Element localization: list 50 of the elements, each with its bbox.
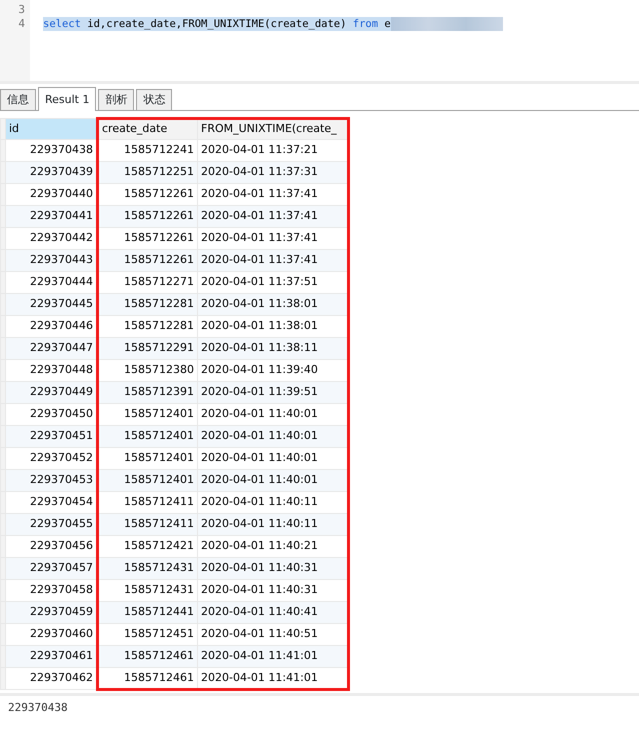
table-cell: 1585712261 (98, 206, 198, 228)
table-cell: 229370457 (6, 558, 98, 580)
table-cell: 1585712461 (98, 668, 198, 690)
table-cell: 229370449 (6, 382, 98, 404)
table-cell: 2020-04-01 11:39:51 (198, 382, 348, 404)
column-header[interactable]: create_date (98, 118, 198, 140)
table-cell: 1585712291 (98, 338, 198, 360)
table-cell: 2020-04-01 11:40:41 (198, 602, 348, 624)
table-cell: 2020-04-01 11:37:31 (198, 162, 348, 184)
line-number: 3 (17, 3, 26, 17)
table-cell: 1585712391 (98, 382, 198, 404)
table-cell: 1585712441 (98, 602, 198, 624)
table-cell: 1585712401 (98, 470, 198, 492)
table-cell: 2020-04-01 11:38:11 (198, 338, 348, 360)
sql-editor[interactable]: 3 4 select id,create_date,FROM_UNIXTIME(create_date) from e (0, 0, 639, 84)
tab[interactable]: 状态 (136, 89, 172, 110)
table-cell: 2020-04-01 11:37:41 (198, 250, 348, 272)
table-cell: 2020-04-01 11:38:01 (198, 294, 348, 316)
table-cell: 1585712281 (98, 294, 198, 316)
table-cell: 2020-04-01 11:40:01 (198, 470, 348, 492)
table-cell: 229370461 (6, 646, 98, 668)
table-cell: 1585712461 (98, 646, 198, 668)
column-header[interactable]: id (6, 118, 98, 140)
table-cell: 229370451 (6, 426, 98, 448)
tab[interactable]: 信息 (0, 89, 36, 110)
table-cell: 2020-04-01 11:40:01 (198, 426, 348, 448)
tab[interactable]: 剖析 (98, 89, 134, 110)
table-cell: 1585712251 (98, 162, 198, 184)
column-header[interactable]: FROM_UNIXTIME(create_ (198, 118, 348, 140)
table-cell: 229370447 (6, 338, 98, 360)
table-cell: 2020-04-01 11:41:01 (198, 646, 348, 668)
table-cell: 229370459 (6, 602, 98, 624)
tab[interactable]: Result 1 (38, 87, 96, 111)
table-cell: 229370445 (6, 294, 98, 316)
table-cell: 2020-04-01 11:40:11 (198, 514, 348, 536)
status-bar: 229370438 (0, 693, 639, 720)
line-number: 4 (17, 17, 26, 31)
sql-statement: select id,create_date,FROM_UNIXTIME(create_date) from e (43, 17, 391, 31)
table-cell: 229370441 (6, 206, 98, 228)
table-cell: 1585712431 (98, 558, 198, 580)
table-cell: 229370453 (6, 470, 98, 492)
table-cell: 229370443 (6, 250, 98, 272)
table-cell: 2020-04-01 11:41:01 (198, 668, 348, 690)
table-cell: 1585712401 (98, 426, 198, 448)
table-cell: 1585712261 (98, 250, 198, 272)
table-cell: 2020-04-01 11:37:41 (198, 206, 348, 228)
table-cell: 1585712411 (98, 514, 198, 536)
table-cell: 2020-04-01 11:40:31 (198, 558, 348, 580)
table-cell: 229370455 (6, 514, 98, 536)
table-cell: 229370439 (6, 162, 98, 184)
